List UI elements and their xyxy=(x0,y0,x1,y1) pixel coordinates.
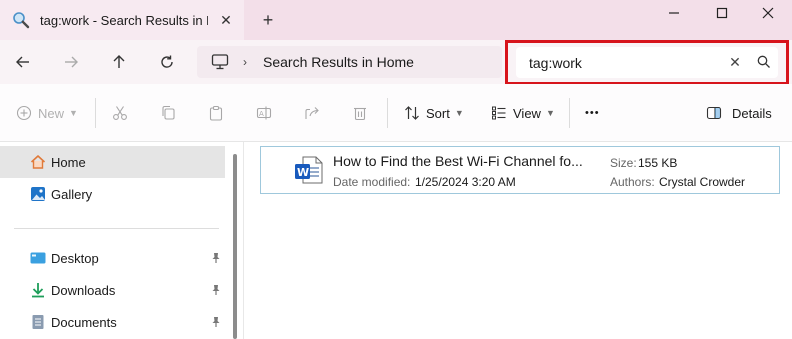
command-bar: New ▼ A Sort ▼ View ▼ ••• Details xyxy=(0,84,792,142)
sidebar-scrollbar[interactable] xyxy=(233,154,237,339)
refresh-button[interactable] xyxy=(155,50,179,74)
sort-icon xyxy=(405,106,419,120)
search-icon xyxy=(13,12,30,29)
sidebar-item-downloads[interactable]: Downloads xyxy=(0,274,225,306)
sidebar-item-label: Downloads xyxy=(51,282,116,298)
new-button[interactable]: New ▼ xyxy=(16,102,78,124)
new-label: New xyxy=(38,105,65,121)
details-pane-icon xyxy=(706,106,722,120)
breadcrumb-chevron-icon[interactable]: › xyxy=(243,55,247,69)
arrow-left-icon xyxy=(16,56,29,68)
share-button[interactable] xyxy=(304,102,320,124)
sidebar-item-label: Home xyxy=(51,154,86,170)
chevron-down-icon: ▼ xyxy=(454,108,464,118)
maximize-button[interactable] xyxy=(700,0,744,26)
address-bar[interactable]: › Search Results in Home xyxy=(197,46,502,78)
date-modified-label: Date modified: xyxy=(333,175,411,189)
svg-text:A: A xyxy=(259,110,264,118)
trash-icon xyxy=(354,107,366,121)
details-button[interactable]: Details xyxy=(706,102,772,124)
svg-text:W: W xyxy=(297,166,309,179)
paste-button[interactable] xyxy=(208,102,224,124)
share-icon xyxy=(305,107,319,119)
minimize-button[interactable] xyxy=(652,0,696,26)
delete-button[interactable] xyxy=(352,102,368,124)
computer-icon xyxy=(211,54,229,70)
clipboard-icon xyxy=(209,105,223,121)
close-tab-button[interactable]: ✕ xyxy=(218,12,234,28)
plus-circle-icon xyxy=(16,105,32,121)
chevron-down-icon: ▼ xyxy=(545,108,555,118)
up-button[interactable] xyxy=(107,50,131,74)
pin-icon[interactable] xyxy=(210,316,222,328)
search-result-item[interactable]: W How to Find the Best Wi-Fi Channel fo.… xyxy=(260,146,780,194)
downloads-icon xyxy=(32,283,44,298)
arrow-right-icon xyxy=(65,56,78,68)
copy-icon xyxy=(162,105,175,120)
sort-button[interactable]: Sort ▼ xyxy=(404,102,464,124)
maximize-icon xyxy=(716,7,728,19)
rename-button[interactable]: A xyxy=(256,102,272,124)
file-name: How to Find the Best Wi-Fi Channel fo... xyxy=(333,153,583,169)
forward-button[interactable] xyxy=(59,50,83,74)
pin-icon[interactable] xyxy=(210,284,222,296)
new-tab-button[interactable]: + xyxy=(258,10,278,30)
scissors-icon xyxy=(113,106,127,120)
search-input[interactable]: tag:work ✕ xyxy=(516,47,778,78)
clear-search-button[interactable]: ✕ xyxy=(728,55,742,69)
authors-value: Crystal Crowder xyxy=(659,175,746,189)
copy-button[interactable] xyxy=(160,102,176,124)
documents-icon xyxy=(32,315,44,329)
toolbar-divider xyxy=(95,98,96,128)
minimize-icon xyxy=(669,12,679,14)
gallery-icon xyxy=(31,187,45,201)
home-icon xyxy=(30,155,46,169)
pin-icon[interactable] xyxy=(210,252,222,264)
sidebar-item-gallery[interactable]: Gallery xyxy=(0,178,225,210)
sidebar-divider xyxy=(14,228,219,229)
sidebar-item-label: Desktop xyxy=(51,250,99,266)
more-options-button[interactable]: ••• xyxy=(585,102,600,124)
sidebar-item-label: Gallery xyxy=(51,186,93,202)
sidebar-item-label: Documents xyxy=(51,314,117,330)
view-label: View xyxy=(513,105,541,121)
size-label: Size: xyxy=(610,156,637,170)
view-list-icon xyxy=(492,106,506,120)
sidebar-item-home[interactable]: Home xyxy=(0,146,225,178)
date-modified-value: 1/25/2024 3:20 AM xyxy=(415,175,516,189)
size-value: 155 KB xyxy=(638,156,678,170)
rename-icon: A xyxy=(256,106,272,120)
active-tab[interactable]: tag:work - Search Results in Ho ✕ xyxy=(0,0,244,40)
breadcrumb[interactable]: Search Results in Home xyxy=(263,54,414,70)
authors-label: Authors: xyxy=(610,175,655,189)
address-row: › Search Results in Home tag:work ✕ xyxy=(0,40,792,85)
desktop-icon xyxy=(30,252,46,264)
title-bar: tag:work - Search Results in Ho ✕ + xyxy=(0,0,792,40)
tab-title: tag:work - Search Results in Ho xyxy=(40,12,208,28)
pane-divider[interactable] xyxy=(243,142,244,339)
word-document-icon: W xyxy=(295,156,323,184)
close-window-button[interactable] xyxy=(746,0,790,26)
search-icon[interactable] xyxy=(756,54,772,70)
search-query: tag:work xyxy=(529,54,582,71)
details-label: Details xyxy=(732,105,772,121)
sidebar-item-desktop[interactable]: Desktop xyxy=(0,242,225,274)
back-button[interactable] xyxy=(11,50,35,74)
arrow-up-icon xyxy=(113,55,125,68)
sidebar-item-documents[interactable]: Documents xyxy=(0,306,225,338)
refresh-icon xyxy=(161,55,173,68)
search-highlight-box: tag:work ✕ xyxy=(505,40,789,85)
sort-label: Sort xyxy=(426,105,450,121)
toolbar-divider xyxy=(569,98,570,128)
view-button[interactable]: View ▼ xyxy=(491,102,555,124)
navigation-pane: Home Gallery Desktop Downloads Documents xyxy=(0,142,232,339)
toolbar-divider xyxy=(387,98,388,128)
cut-button[interactable] xyxy=(112,102,128,124)
chevron-down-icon: ▼ xyxy=(69,108,78,118)
close-icon xyxy=(762,7,774,19)
